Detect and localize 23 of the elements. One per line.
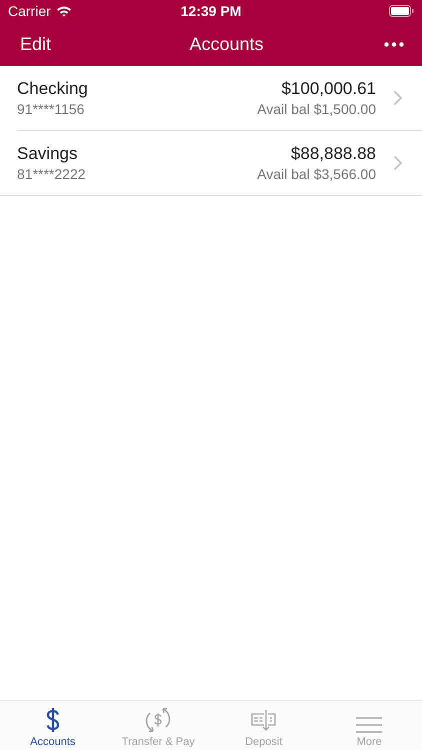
menu-icon (356, 716, 382, 734)
available-balance: Avail bal $1,500.00 (257, 101, 376, 117)
account-balance: $88,888.88 (290, 144, 376, 164)
available-balance: Avail bal $3,566.00 (257, 166, 376, 182)
account-number: 91****1156 (17, 101, 86, 117)
edit-button[interactable]: Edit (14, 30, 58, 58)
battery-icon (388, 5, 414, 17)
more-icon[interactable] (384, 42, 404, 46)
account-name: Savings (17, 144, 78, 164)
nav-title: Accounts (189, 34, 264, 54)
status-time: 12:39 PM (180, 3, 242, 19)
account-name: Checking (17, 79, 89, 99)
transfer-icon (144, 706, 172, 734)
account-row[interactable]: Savings 81****2222 $88,888.88 Avail bal $3,566.00 (0, 131, 422, 196)
tab-button[interactable]: Accounts (0, 701, 106, 750)
wifi-icon (56, 5, 72, 17)
chevron-icon (394, 91, 402, 105)
carrier-label: Carrier (8, 3, 51, 19)
account-number: 81****2222 (17, 166, 87, 182)
account-balance: $100,000.61 (281, 79, 376, 99)
account-row[interactable]: Checking 91****1156 $100,000.61 Avail bal $1,500.00 (17, 66, 422, 131)
chevron-icon (394, 156, 402, 170)
dollar-icon (44, 706, 61, 734)
